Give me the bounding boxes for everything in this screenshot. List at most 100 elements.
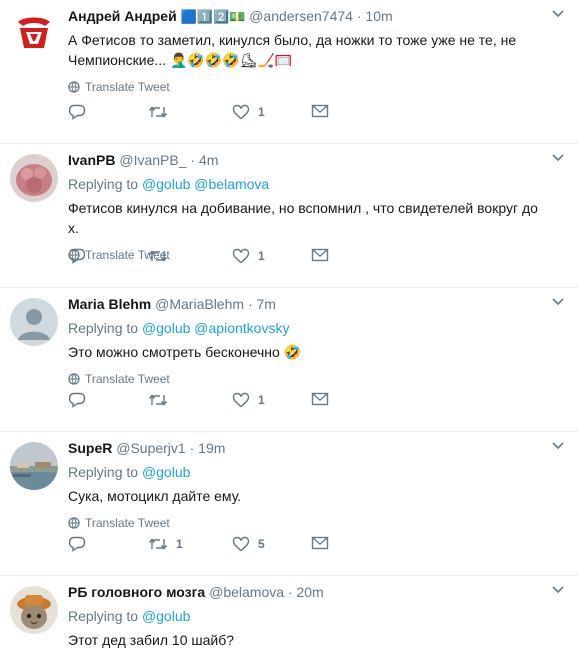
reply-button[interactable] xyxy=(68,104,94,120)
heart-icon xyxy=(232,536,250,552)
like-button[interactable]: 1 xyxy=(232,392,265,408)
timestamp[interactable]: 7m xyxy=(257,296,276,312)
chevron-down-icon[interactable] xyxy=(552,298,564,306)
separator-dot: · xyxy=(356,8,362,24)
timestamp[interactable]: 10m xyxy=(365,8,392,24)
retweet-button[interactable]: 1 xyxy=(148,536,183,552)
chevron-down-icon[interactable] xyxy=(552,586,564,594)
avatar[interactable] xyxy=(10,154,58,202)
reply-icon xyxy=(68,392,86,408)
mention-link[interactable]: @golub xyxy=(142,464,190,480)
retweet-button[interactable] xyxy=(148,248,176,264)
replying-to-line: Replying to @golub @belamova xyxy=(68,174,550,194)
display-name[interactable]: Maria Blehm xyxy=(68,296,151,312)
retweet-icon xyxy=(148,536,168,552)
like-count: 1 xyxy=(258,105,265,119)
translate-tweet-link[interactable]: Translate Tweet xyxy=(68,80,550,94)
username[interactable]: @IvanPB_ xyxy=(119,152,186,168)
chevron-down-icon[interactable] xyxy=(552,154,564,162)
reply-button[interactable] xyxy=(68,248,94,264)
mention-link[interactable]: @golub xyxy=(142,176,190,192)
mention-link[interactable]: @golub xyxy=(142,608,190,624)
dm-button[interactable] xyxy=(311,104,329,118)
tweet-header: Андрей Андрей 🟦1️⃣2️⃣💵 @andersen7474 · 1… xyxy=(68,7,550,26)
retweet-icon xyxy=(148,104,168,120)
timestamp[interactable]: 19m xyxy=(198,440,225,456)
translate-tweet-link[interactable]: Translate Tweet xyxy=(68,372,550,386)
replying-to-label: Replying to xyxy=(68,176,139,192)
tweet-text: Этот дед забил 10 шайб? xyxy=(68,632,235,648)
like-count: 1 xyxy=(258,393,265,407)
translate-label[interactable]: Translate Tweet xyxy=(85,372,170,386)
translate-label[interactable]: Translate Tweet xyxy=(85,80,170,94)
like-count: 5 xyxy=(258,537,265,551)
replying-to-line: Replying to @golub xyxy=(68,462,550,482)
timestamp[interactable]: 20m xyxy=(296,584,323,600)
dm-button[interactable] xyxy=(311,248,329,262)
reply-button[interactable] xyxy=(68,536,94,552)
tweet[interactable]: IvanPB @IvanPB_ · 4m Replying to @golub … xyxy=(0,144,578,288)
mention-link[interactable]: @apiontkovsky xyxy=(194,320,289,336)
chevron-down-icon[interactable] xyxy=(552,10,564,18)
like-button[interactable]: 1 xyxy=(232,104,265,120)
tweet-list: Андрей Андрей 🟦1️⃣2️⃣💵 @andersen7474 · 1… xyxy=(0,0,578,653)
username[interactable]: @Superjv1 xyxy=(116,440,185,456)
envelope-icon xyxy=(311,104,329,118)
name-emoji-badge: 🟦1️⃣2️⃣💵 xyxy=(180,9,246,24)
tweet-text: Сука, мотоцикл дайте ему. xyxy=(68,488,242,504)
globe-icon xyxy=(68,373,80,385)
avatar[interactable] xyxy=(10,442,58,490)
tweet[interactable]: Андрей Андрей 🟦1️⃣2️⃣💵 @andersen7474 · 1… xyxy=(0,0,578,144)
retweet-button[interactable] xyxy=(148,104,176,120)
username[interactable]: @belamova xyxy=(209,584,284,600)
reply-icon xyxy=(68,248,86,264)
like-button[interactable]: 5 xyxy=(232,536,265,552)
display-name[interactable]: SupeR xyxy=(68,440,112,456)
tweet-text: Это можно смотреть бесконечно 🤣 xyxy=(68,344,302,360)
dm-button[interactable] xyxy=(311,392,329,406)
avatar[interactable] xyxy=(10,10,58,58)
tweet[interactable]: SupeR @Superjv1 · 19m Replying to @golub… xyxy=(0,432,578,576)
tweet-text: Фетисов кинулся на добивание, но вспомни… xyxy=(68,200,538,236)
tweet-actions: 1 5 xyxy=(68,536,348,556)
avatar[interactable] xyxy=(10,586,58,634)
tweet-actions: 1 xyxy=(68,392,348,412)
tweet-actions: 1 xyxy=(68,248,348,268)
tweet-header: IvanPB @IvanPB_ · 4m xyxy=(68,151,550,169)
timestamp[interactable]: 4m xyxy=(199,152,218,168)
tweet-actions: 1 xyxy=(68,104,348,124)
heart-icon xyxy=(232,104,250,120)
mention-link[interactable]: @golub xyxy=(142,320,190,336)
replying-to-line: Replying to @golub @apiontkovsky xyxy=(68,318,550,338)
replying-to-label: Replying to xyxy=(68,320,139,336)
mention-link[interactable]: @belamova xyxy=(194,176,269,192)
chevron-down-icon[interactable] xyxy=(552,442,564,450)
translate-tweet-link[interactable]: Translate Tweet xyxy=(68,516,550,530)
reply-icon xyxy=(68,536,86,552)
tweet[interactable]: Maria Blehm @MariaBlehm · 7m Replying to… xyxy=(0,288,578,432)
tweet[interactable]: РБ головного мозга @belamova · 20m Reply… xyxy=(0,576,578,653)
envelope-icon xyxy=(311,392,329,406)
display-name[interactable]: Андрей Андрей xyxy=(68,8,177,24)
globe-icon xyxy=(68,517,80,529)
username[interactable]: @MariaBlehm xyxy=(155,296,244,312)
display-name[interactable]: IvanPB xyxy=(68,152,115,168)
reply-icon xyxy=(68,104,86,120)
replying-to-label: Replying to xyxy=(68,464,139,480)
translate-label[interactable]: Translate Tweet xyxy=(85,516,170,530)
username[interactable]: @andersen7474 xyxy=(249,8,353,24)
like-count: 1 xyxy=(258,249,265,263)
globe-icon xyxy=(68,81,80,93)
separator-dot: · xyxy=(189,440,195,456)
reply-button[interactable] xyxy=(68,392,94,408)
envelope-icon xyxy=(311,248,329,262)
envelope-icon xyxy=(311,536,329,550)
display-name[interactable]: РБ головного мозга xyxy=(68,584,205,600)
heart-icon xyxy=(232,392,250,408)
dm-button[interactable] xyxy=(311,536,329,550)
separator-dot: · xyxy=(190,152,196,168)
like-button[interactable]: 1 xyxy=(232,248,265,264)
avatar[interactable] xyxy=(10,298,58,346)
separator-dot: · xyxy=(287,584,293,600)
retweet-button[interactable] xyxy=(148,392,176,408)
